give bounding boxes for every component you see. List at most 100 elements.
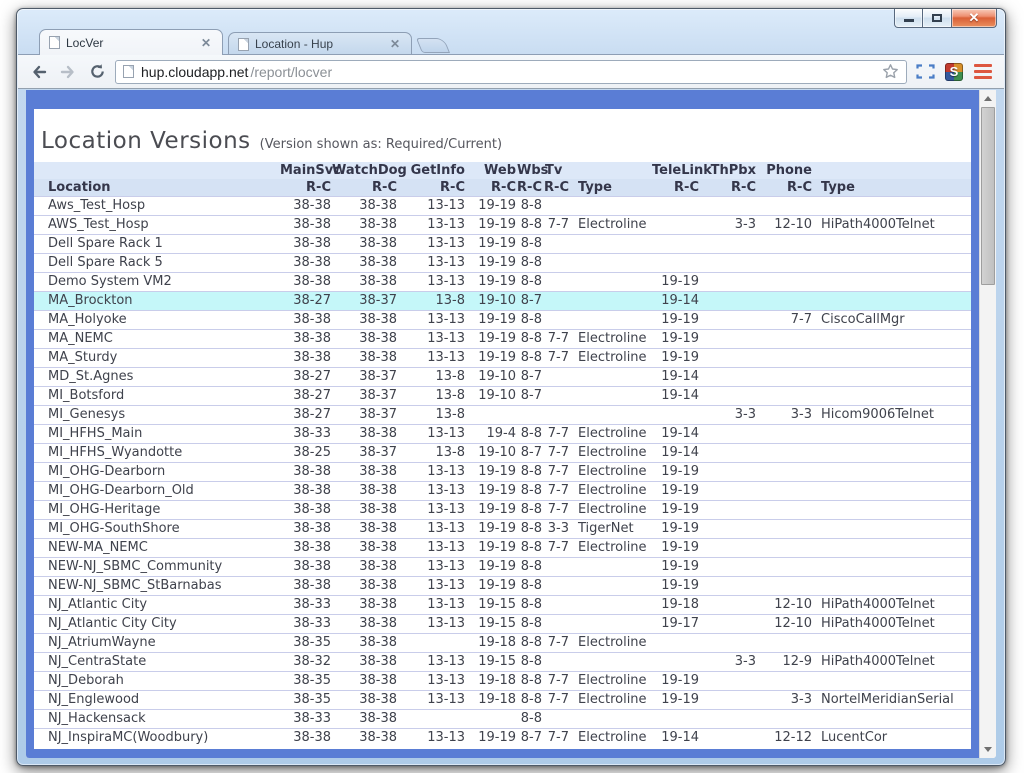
table-row[interactable]: Demo System VM238-3838-3813-1319-198-819… bbox=[34, 273, 971, 292]
table-row[interactable]: MD_St.Agnes38-2738-3713-819-108-719-14 bbox=[34, 368, 971, 387]
location-cell: NEW-MA_NEMC bbox=[34, 539, 280, 558]
table-row[interactable]: NJ_InspiraMC(Woodbury)38-3838-3813-1319-… bbox=[34, 729, 971, 748]
value-cell bbox=[543, 292, 570, 311]
value-cell: 38-38 bbox=[280, 349, 332, 368]
value-cell: 7-7 bbox=[543, 729, 570, 748]
value-cell: Electroline bbox=[570, 463, 652, 482]
value-cell bbox=[757, 273, 813, 292]
table-row[interactable]: MI_OHG-SouthShore38-3838-3813-1319-198-8… bbox=[34, 520, 971, 539]
value-cell bbox=[543, 197, 570, 216]
page-scrollbar[interactable] bbox=[979, 90, 996, 758]
tab-locver[interactable]: LocVer ✕ bbox=[39, 29, 223, 55]
value-cell: 8-8 bbox=[517, 653, 543, 672]
value-cell bbox=[700, 558, 757, 577]
value-cell bbox=[757, 330, 813, 349]
scroll-up-button[interactable] bbox=[980, 90, 996, 107]
table-row[interactable]: MA_NEMC38-3838-3813-1319-198-87-7Electro… bbox=[34, 330, 971, 349]
table-row[interactable]: AWS_Test_Hosp38-3838-3813-1319-198-87-7E… bbox=[34, 216, 971, 235]
table-row[interactable]: NJ_Deborah38-3538-3813-1319-188-87-7Elec… bbox=[34, 672, 971, 691]
table-row[interactable]: NJ_Atlantic City City38-3338-3813-1319-1… bbox=[34, 615, 971, 634]
table-row[interactable]: NJ_Hackensack38-3338-388-8 bbox=[34, 710, 971, 729]
location-cell: NJ_Hackensack bbox=[34, 710, 280, 729]
table-row[interactable]: NEW-MA_NEMC38-3838-3813-1319-198-87-7Ele… bbox=[34, 539, 971, 558]
value-cell: 38-35 bbox=[280, 634, 332, 653]
value-cell: 38-33 bbox=[280, 615, 332, 634]
tab-location-hup[interactable]: Location - Hup ✕ bbox=[228, 32, 412, 55]
value-cell: 3-3 bbox=[543, 520, 570, 539]
extension-capture-frame-icon[interactable] bbox=[914, 61, 936, 83]
tab-close-icon[interactable]: ✕ bbox=[388, 37, 402, 51]
value-cell: HiPath4000Telnet bbox=[813, 596, 971, 615]
table-row[interactable]: MI_Botsford38-2738-3713-819-108-719-14 bbox=[34, 387, 971, 406]
table-row[interactable]: NEW-NJ_SBMC_Community38-3838-3813-1319-1… bbox=[34, 558, 971, 577]
col-group-watchdog: WatchDog bbox=[332, 162, 398, 179]
value-cell bbox=[757, 463, 813, 482]
value-cell: 38-38 bbox=[280, 558, 332, 577]
forward-button[interactable] bbox=[57, 61, 79, 83]
table-row[interactable]: NJ_AtriumWayne38-3538-3819-188-87-7Elect… bbox=[34, 634, 971, 653]
new-tab-button[interactable] bbox=[416, 38, 450, 53]
value-cell: 38-38 bbox=[332, 482, 398, 501]
back-button[interactable] bbox=[28, 61, 50, 83]
minimize-button[interactable] bbox=[894, 9, 923, 28]
table-row[interactable]: MI_Genesys38-2738-3713-83-33-3Hicom9006T… bbox=[34, 406, 971, 425]
table-row[interactable]: Dell Spare Rack 538-3838-3813-1319-198-8 bbox=[34, 254, 971, 273]
table-row[interactable]: MA_Holyoke38-3838-3813-1319-198-819-197-… bbox=[34, 311, 971, 330]
value-cell bbox=[700, 235, 757, 254]
reload-button[interactable] bbox=[86, 61, 108, 83]
table-row[interactable]: MI_OHG-Heritage38-3838-3813-1319-198-87-… bbox=[34, 501, 971, 520]
extension-s-icon[interactable] bbox=[943, 61, 965, 83]
table-row[interactable]: Aws_Test_Hosp38-3838-3813-1319-198-8 bbox=[34, 197, 971, 216]
value-cell bbox=[543, 653, 570, 672]
value-cell: 19-19 bbox=[466, 349, 517, 368]
value-cell: 19-19 bbox=[466, 463, 517, 482]
table-row[interactable]: NJ_Englewood38-3538-3813-1319-188-87-7El… bbox=[34, 691, 971, 710]
value-cell: 38-38 bbox=[280, 482, 332, 501]
value-cell: 38-38 bbox=[332, 235, 398, 254]
value-cell: 19-18 bbox=[652, 596, 700, 615]
value-cell: 13-13 bbox=[398, 577, 466, 596]
table-row[interactable]: MI_OHG-Dearborn_Old38-3838-3813-1319-198… bbox=[34, 482, 971, 501]
scrollbar-thumb[interactable] bbox=[981, 107, 995, 285]
value-cell: 38-37 bbox=[332, 387, 398, 406]
value-cell: 13-8 bbox=[398, 292, 466, 311]
table-row[interactable]: MI_HFHS_Wyandotte38-2538-3713-819-108-77… bbox=[34, 444, 971, 463]
table-row[interactable]: MA_Brockton38-2738-3713-819-108-719-14 bbox=[34, 292, 971, 311]
value-cell: 13-13 bbox=[398, 330, 466, 349]
table-row[interactable]: MA_Sturdy38-3838-3813-1319-198-87-7Elect… bbox=[34, 349, 971, 368]
url-input[interactable]: hup.cloudapp.net/report/locver bbox=[115, 60, 907, 84]
table-row[interactable]: NJ_Atlantic City38-3338-3813-1319-158-81… bbox=[34, 596, 971, 615]
value-cell bbox=[700, 520, 757, 539]
col-location: Location bbox=[34, 179, 280, 197]
location-cell: MI_OHG-Dearborn bbox=[34, 463, 280, 482]
value-cell: 13-13 bbox=[398, 216, 466, 235]
value-cell: 13-13 bbox=[398, 615, 466, 634]
close-button[interactable]: ✕ bbox=[951, 9, 997, 28]
value-cell: 8-7 bbox=[517, 292, 543, 311]
value-cell bbox=[813, 368, 971, 387]
chrome-menu-button[interactable] bbox=[972, 61, 994, 83]
value-cell: 8-8 bbox=[517, 634, 543, 653]
table-row[interactable]: NJ_CentraState38-3238-3813-1319-158-83-3… bbox=[34, 653, 971, 672]
value-cell: 13-13 bbox=[398, 672, 466, 691]
back-arrow-icon bbox=[30, 63, 48, 81]
value-cell: 7-7 bbox=[757, 311, 813, 330]
value-cell: 12-12 bbox=[757, 729, 813, 748]
table-row[interactable]: MI_HFHS_Main38-3338-3813-1319-48-87-7Ele… bbox=[34, 425, 971, 444]
value-cell: 19-19 bbox=[466, 216, 517, 235]
col-group-phone: Phone bbox=[757, 162, 813, 179]
tab-close-icon[interactable]: ✕ bbox=[199, 36, 213, 50]
value-cell bbox=[570, 254, 652, 273]
value-cell: 3-3 bbox=[700, 653, 757, 672]
scroll-down-button[interactable] bbox=[980, 741, 996, 758]
table-row[interactable]: NEW-NJ_SBMC_StBarnabas38-3838-3813-1319-… bbox=[34, 577, 971, 596]
bookmark-star-icon[interactable] bbox=[882, 63, 899, 80]
table-row[interactable]: MI_OHG-Dearborn38-3838-3813-1319-198-87-… bbox=[34, 463, 971, 482]
maximize-button[interactable] bbox=[923, 9, 951, 28]
value-cell: 8-8 bbox=[517, 558, 543, 577]
table-row[interactable]: Dell Spare Rack 138-3838-3813-1319-198-8 bbox=[34, 235, 971, 254]
value-cell bbox=[813, 539, 971, 558]
col-mainsvc-rc: R-C bbox=[280, 179, 332, 197]
tab-title: Location - Hup bbox=[255, 37, 382, 51]
value-cell: 38-27 bbox=[280, 406, 332, 425]
